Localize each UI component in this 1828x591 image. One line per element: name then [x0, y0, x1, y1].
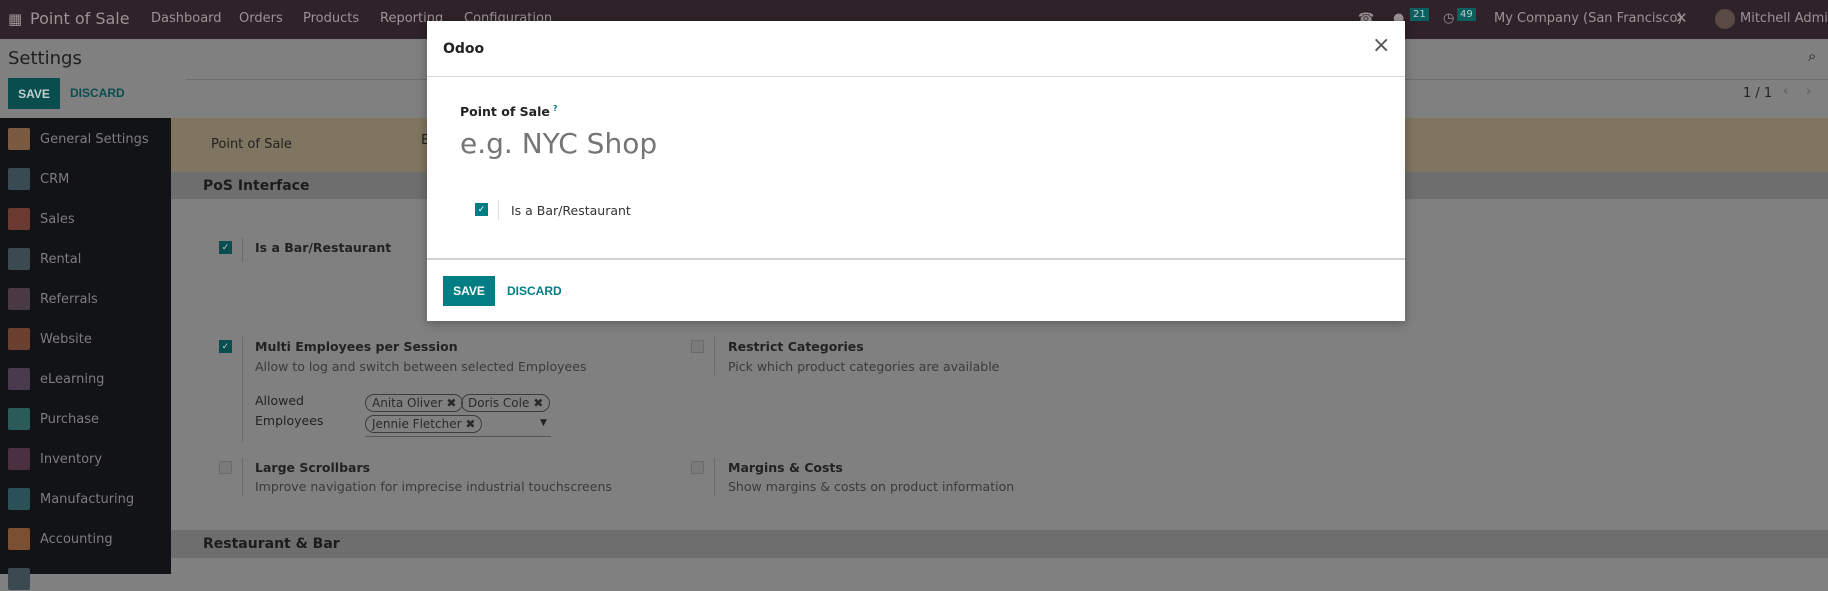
app-menu-icon[interactable]: ▦ — [8, 10, 22, 28]
sidebar-item-label: Sales — [40, 211, 75, 227]
sidebar-item[interactable]: Referrals — [8, 287, 98, 311]
sidebar-item[interactable]: eLearning — [8, 367, 104, 391]
employee-tag: Anita Oliver ✖ — [365, 394, 464, 412]
dialog-save-button[interactable]: SAVE — [443, 276, 495, 306]
messages-badge: 21 — [1410, 8, 1429, 21]
setting-title: Restrict Categories — [728, 339, 864, 354]
margins-costs-checkbox[interactable] — [691, 461, 704, 474]
sidebar-item[interactable]: Accounting — [8, 527, 113, 551]
setting-title: Is a Bar/Restaurant — [255, 240, 392, 255]
employees-label: Employees — [255, 413, 324, 428]
sidebar-item-label: Inventory — [40, 451, 103, 467]
remove-tag-icon[interactable]: ✖ — [533, 396, 543, 410]
pos-name-input[interactable] — [460, 123, 1060, 163]
sidebar-item[interactable]: General Settings — [8, 127, 149, 151]
search-icon[interactable]: ⌕ — [1808, 47, 1816, 65]
sidebar-item-label: Referrals — [40, 291, 98, 307]
allowed-label: Allowed — [255, 393, 304, 408]
sidebar-item-label: General Settings — [40, 131, 149, 147]
sidebar-item-label: CRM — [40, 171, 70, 187]
app-icon — [8, 128, 30, 150]
pager-prev-icon[interactable]: ‹ — [1783, 84, 1788, 99]
sidebar-item-label: Purchase — [40, 411, 100, 427]
app-icon — [8, 448, 30, 470]
clock-icon[interactable]: ◷ — [1443, 11, 1454, 26]
app-icon — [8, 368, 30, 390]
sidebar-item-label: Accounting — [40, 531, 113, 547]
menu-dashboard[interactable]: Dashboard — [151, 11, 222, 26]
app-icon — [8, 248, 30, 270]
band-label: Point of Sale — [211, 137, 292, 152]
app-icon — [8, 528, 30, 550]
sidebar-item[interactable]: Purchase — [8, 407, 99, 431]
dialog-title: Odoo — [443, 41, 485, 57]
app-icon — [8, 488, 30, 510]
app-icon — [8, 328, 30, 350]
setting-title: Large Scrollbars — [255, 460, 371, 475]
setting-title: Multi Employees per Session — [255, 339, 458, 354]
remove-tag-icon[interactable]: ✖ — [465, 417, 475, 431]
bar-checkbox[interactable]: ✓ — [219, 241, 232, 254]
debug-tools-icon[interactable]: ✕ — [1675, 9, 1688, 27]
dialog-discard-button[interactable]: DISCARD — [507, 284, 562, 298]
remove-tag-icon[interactable]: ✖ — [446, 396, 456, 410]
menu-products[interactable]: Products — [303, 11, 359, 26]
menu-orders[interactable]: Orders — [239, 11, 283, 26]
is-bar-checkbox[interactable]: ✓ — [475, 203, 488, 216]
sidebar-item[interactable]: CRM — [8, 167, 69, 191]
app-icon — [8, 288, 30, 310]
setting-title: Margins & Costs — [728, 460, 843, 475]
employee-tag: Jennie Fletcher ✖ — [365, 415, 483, 433]
setting-desc: Pick which product categories are availa… — [728, 359, 1000, 374]
checkbox-label: Is a Bar/Restaurant — [511, 203, 631, 218]
field-label: Point of Sale? — [460, 104, 558, 120]
sidebar-item[interactable]: Website — [8, 327, 92, 351]
close-icon[interactable]: × — [1372, 33, 1390, 58]
app-name[interactable]: Point of Sale — [30, 9, 130, 28]
save-button[interactable]: SAVE — [8, 78, 60, 109]
sidebar-item[interactable]: Inventory — [8, 447, 102, 471]
app-icon — [8, 408, 30, 430]
create-pos-dialog: Odoo × Point of Sale? ✓ Is a Bar/Restaur… — [427, 21, 1405, 321]
page-title: Settings — [8, 48, 82, 69]
user-menu[interactable]: Mitchell Admin — [1740, 11, 1828, 26]
sidebar-item[interactable] — [8, 567, 40, 591]
sidebar-item[interactable]: Manufacturing — [8, 487, 134, 511]
multi-employees-checkbox[interactable]: ✓ — [219, 340, 232, 353]
settings-sidebar: General Settings CRM Sales Rental Referrals W… — [0, 118, 171, 590]
pager-value[interactable]: 1 / 1 — [1743, 86, 1772, 101]
sidebar-item-label: Manufacturing — [40, 491, 135, 507]
avatar[interactable] — [1715, 9, 1735, 29]
sidebar-item[interactable]: Sales — [8, 207, 75, 231]
activities-badge: 49 — [1457, 8, 1476, 21]
sidebar-item-label: Rental — [40, 251, 82, 267]
sidebar-item-label: Website — [40, 331, 92, 347]
app-icon — [8, 168, 30, 190]
sidebar-item-label: eLearning — [40, 371, 105, 387]
employee-tag: Doris Cole ✖ — [461, 394, 551, 412]
pager-next-icon[interactable]: › — [1806, 84, 1811, 99]
sidebar-item[interactable]: Rental — [8, 247, 81, 271]
setting-desc: Improve navigation for imprecise industr… — [255, 479, 612, 494]
app-icon — [8, 568, 30, 590]
company-switcher[interactable]: My Company (San Francisco) — [1494, 11, 1682, 26]
app-icon — [8, 208, 30, 230]
help-tooltip-icon[interactable]: ? — [553, 104, 558, 113]
setting-desc: Allow to log and switch between selected… — [255, 359, 587, 374]
restrict-categories-checkbox[interactable] — [691, 340, 704, 353]
section-restaurant-bar: Restaurant & Bar — [171, 530, 1828, 558]
discard-button[interactable]: DISCARD — [70, 86, 125, 100]
setting-desc: Show margins & costs on product informat… — [728, 479, 1015, 494]
large-scrollbars-checkbox[interactable] — [219, 461, 232, 474]
dropdown-caret-icon[interactable]: ▼ — [540, 418, 547, 428]
